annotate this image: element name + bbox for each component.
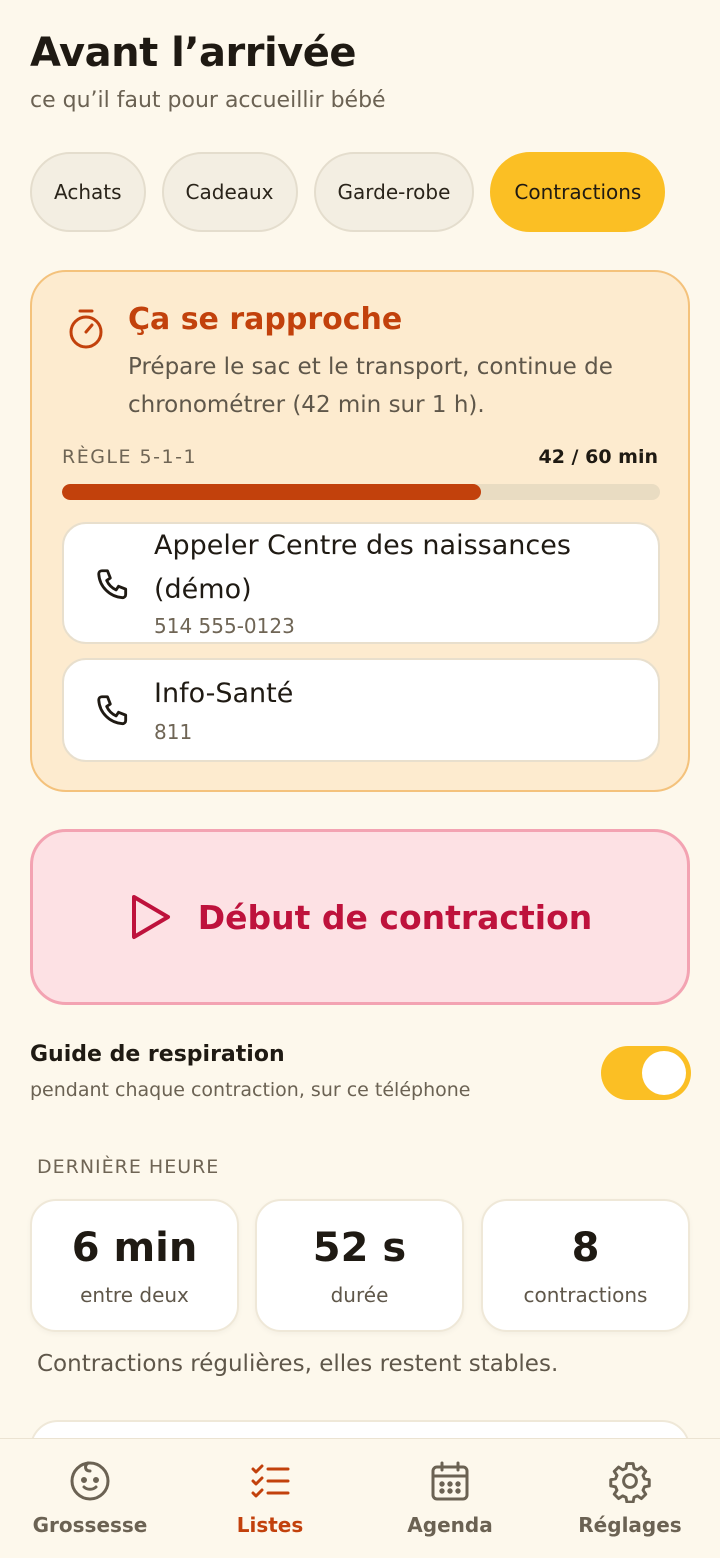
nav-label: Listes <box>236 1513 304 1537</box>
nav-label: Agenda <box>407 1513 493 1537</box>
nav-grossesse[interactable]: Grossesse <box>0 1439 180 1558</box>
nav-agenda[interactable]: Agenda <box>360 1439 540 1558</box>
stat-duration: 52 s durée <box>255 1199 464 1332</box>
rule-label: RÈGLE 5-1-1 <box>62 446 198 468</box>
last-hour-summary: Contractions régulières, elles restent s… <box>37 1351 559 1377</box>
checklist-icon <box>251 1464 290 1498</box>
nav-listes[interactable]: Listes <box>180 1439 360 1558</box>
call-name: Info-Santé <box>154 678 294 709</box>
tab-garde-robe[interactable]: Garde-robe <box>313 152 475 232</box>
breathing-guide-title: Guide de respiration <box>30 1042 285 1067</box>
call-birth-center-button[interactable]: Appeler Centre des naissances (démo) 514… <box>62 522 660 644</box>
stat-caption: durée <box>330 1283 389 1307</box>
baby-face-icon <box>70 1461 110 1501</box>
bottom-nav: Grossesse Listes Agenda Réglages <box>0 1438 720 1558</box>
call-info-sante-button[interactable]: Info-Santé 811 <box>62 658 660 762</box>
stat-value: 8 <box>571 1225 600 1271</box>
gear-icon <box>609 1462 651 1503</box>
page-subtitle: ce qu’il faut pour accueillir bébé <box>30 88 386 113</box>
alert-title: Ça se rapproche <box>128 302 403 337</box>
nav-label: Réglages <box>578 1513 682 1537</box>
rule-progress-fill <box>62 484 481 500</box>
stat-count: 8 contractions <box>481 1199 690 1332</box>
calendar-icon <box>431 1461 469 1501</box>
toggle-knob <box>642 1051 686 1095</box>
nav-reglages[interactable]: Réglages <box>540 1439 720 1558</box>
stat-interval: 6 min entre deux <box>30 1199 239 1332</box>
stat-caption: contractions <box>523 1283 648 1307</box>
rule-progress-bar <box>62 484 660 500</box>
alert-card: Ça se rapproche Prépare le sac et le tra… <box>30 270 690 792</box>
start-contraction-button[interactable]: Début de contraction <box>30 829 690 1005</box>
stopwatch-icon <box>69 309 103 349</box>
call-number: 514 555-0123 <box>154 614 295 638</box>
rule-value: 42 / 60 min <box>538 446 658 468</box>
stat-value: 52 s <box>312 1225 407 1271</box>
category-tabs: Achats Cadeaux Garde-robe Contractions <box>30 152 666 232</box>
last-hour-label: DERNIÈRE HEURE <box>37 1156 220 1178</box>
start-contraction-label: Début de contraction <box>197 897 593 937</box>
alert-body: Prépare le sac et le transport, continue… <box>128 354 613 418</box>
call-number: 811 <box>154 720 193 744</box>
nav-label: Grossesse <box>32 1513 148 1537</box>
breathing-guide-toggle[interactable] <box>601 1046 691 1100</box>
breathing-guide-subtitle: pendant chaque contraction, sur ce télép… <box>30 1079 471 1101</box>
tab-achats[interactable]: Achats <box>30 152 146 232</box>
play-icon <box>131 895 170 939</box>
stat-value: 6 min <box>71 1225 198 1271</box>
phone-icon <box>97 695 128 726</box>
stat-caption: entre deux <box>80 1283 189 1307</box>
tab-cadeaux[interactable]: Cadeaux <box>161 152 298 232</box>
tab-contractions[interactable]: Contractions <box>490 152 666 232</box>
call-name: Appeler Centre des naissances (démo) <box>154 530 571 605</box>
page-title: Avant l’arrivée <box>30 30 357 76</box>
phone-icon <box>97 569 128 600</box>
